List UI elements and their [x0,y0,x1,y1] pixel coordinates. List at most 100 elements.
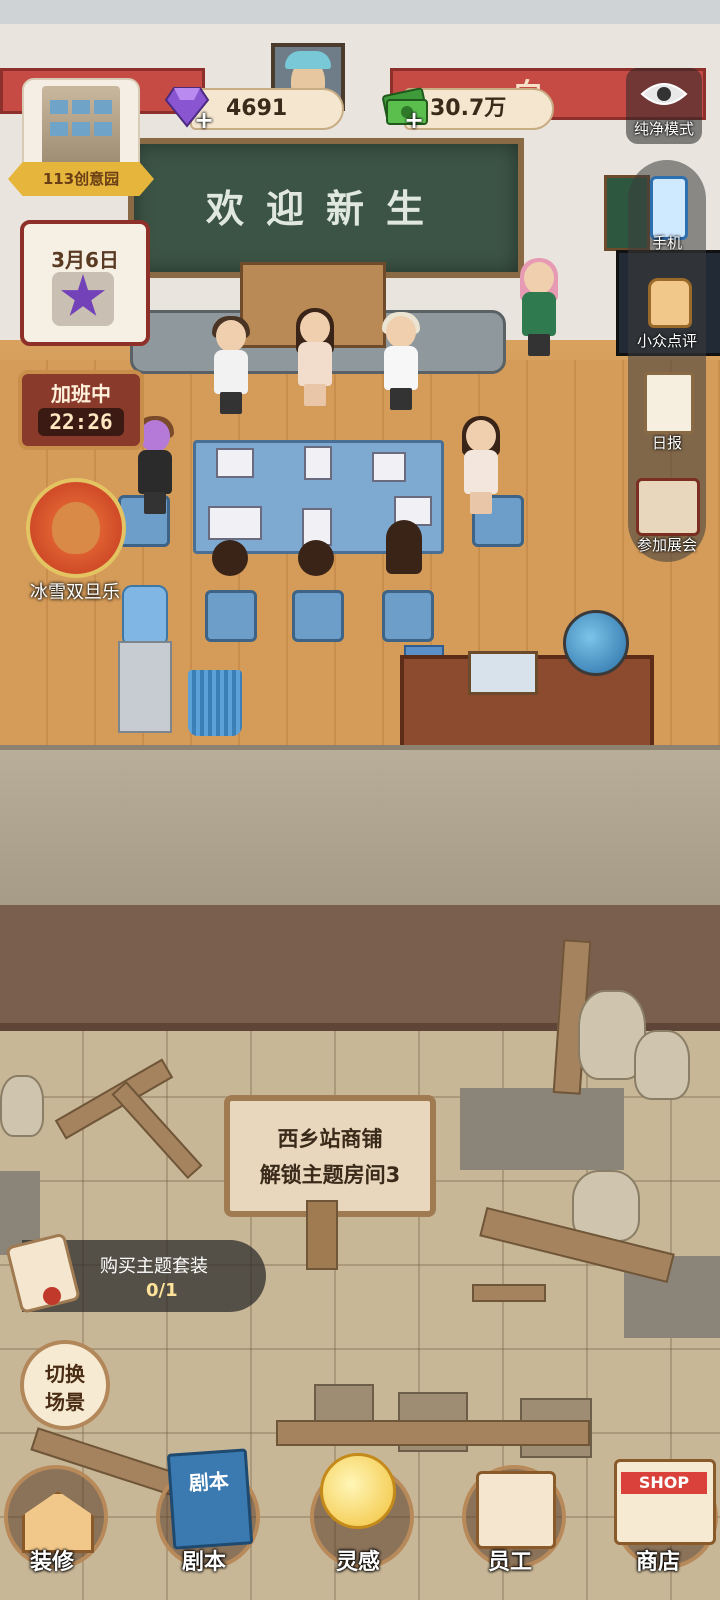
character-curly-hair-woman[interactable] [458,416,504,514]
script-book-icon: 剧本 [166,1448,254,1550]
cash-value: 30.7万 [430,96,507,121]
character-legs [144,492,166,514]
student-back-head [386,520,422,574]
chalkboard-title: 欢迎新生 [205,186,446,231]
character-head [140,420,170,452]
exhibition-label: 参加展会 [636,536,697,554]
desk-book [216,448,254,478]
sack [0,1075,44,1137]
floor-board [276,1420,590,1446]
globe[interactable] [563,610,629,676]
sign-post [306,1200,338,1270]
overtime-timer[interactable]: 加班中 22:26 [18,370,144,450]
water-dispenser[interactable] [118,585,172,733]
switch-scene-line2: 场景 [45,1390,85,1414]
character-body [522,292,556,336]
building-window [72,122,90,136]
trash-bin[interactable] [188,670,242,736]
chalkboard: 欢迎新生 [128,138,524,278]
building-window [72,100,90,114]
character-head [466,420,496,452]
building-window [50,122,68,136]
character-head [216,320,246,352]
character-legs [390,388,412,410]
clipboard-icon [644,372,694,434]
character-body [138,450,172,494]
character-head [300,312,330,344]
add-gems-icon[interactable]: + [194,106,214,134]
thumbs-up-icon [648,278,692,328]
character-head [386,316,416,348]
christmas-event-button[interactable] [26,478,126,578]
character-body [298,342,332,386]
character-dark-hair-woman[interactable] [292,308,338,406]
desk-book [372,452,406,482]
eye-icon [640,83,688,105]
purple-star-icon [60,274,106,316]
add-cash-icon[interactable]: + [404,106,424,134]
quest-title: 购买主题套装 [100,1256,208,1277]
chair [205,590,257,642]
building-window [50,100,68,114]
chair [382,590,434,642]
dispenser-body [118,641,172,733]
character-legs [304,384,326,406]
student-back-head [298,540,334,576]
building-name: 113创意园 [42,170,120,188]
shop-icon: SHOP [614,1459,716,1545]
plank-piece [472,1284,546,1302]
character-cat-ear-girl[interactable] [378,312,424,410]
overtime-label: 加班中 [51,382,111,406]
sign-line-2: 解锁主题房间3 [259,1163,401,1187]
character-body [214,350,248,394]
pure-mode-label: 纯净模式 [633,120,694,138]
daily-report-label: 日报 [651,434,682,452]
phone-label: 手机 [651,234,682,252]
calendar-card[interactable]: 3月6日 [20,220,150,346]
calendar-date: 3月6日 [51,248,119,272]
character-legs [220,392,242,414]
building-window [94,100,112,114]
daily-report-button[interactable]: 日报 [636,372,698,460]
nav-decorate-label: 装修 [29,1550,74,1575]
event-label: 冰雪双旦乐 [30,582,120,603]
sign-line-1: 西乡站商铺 [277,1127,383,1151]
building-name-ribbon[interactable]: 113创意园 [8,162,154,196]
floor-divider [0,745,720,910]
nav-inspiration-label: 灵感 [335,1550,380,1575]
building-window [94,122,112,136]
chair [292,590,344,642]
character-body [464,450,498,494]
character-legs [470,492,492,514]
floor-tile [460,1088,542,1170]
world-map [468,651,538,695]
phone-icon [650,176,688,240]
student-back-head [212,540,248,576]
switch-scene-line1: 切换 [45,1362,85,1386]
rank-badge [52,272,114,326]
portrait-hair [285,51,331,69]
character-sunglasses-man[interactable] [208,316,254,414]
script-book-title: 剧本 [188,1468,230,1496]
overtime-countdown: 22:26 [38,408,124,436]
sack [634,1030,690,1100]
floor-tile [542,1088,624,1170]
quest-progress: 0/1 [146,1280,178,1301]
review-label: 小众点评 [636,332,697,350]
character-pink-hair-teacher[interactable] [516,258,562,356]
phone-button[interactable]: 手机 [636,176,698,260]
nav-script-label: 剧本 [181,1550,226,1575]
locked-room-sign[interactable]: 西乡站商铺 解锁主题房间3 [224,1095,436,1217]
building-icon [42,86,120,170]
lightbulb-icon [320,1453,396,1529]
nav-staff-label: 员工 [487,1550,532,1575]
review-button[interactable]: 小众点评 [626,274,708,360]
character-body [384,346,418,390]
desk-book [304,446,332,480]
pure-mode-button[interactable]: 纯净模式 [626,68,702,144]
employee-card-icon [476,1471,556,1549]
character-head [524,262,554,294]
switch-scene-button[interactable]: 切换 场景 [20,1340,110,1430]
desk-notebook [208,506,262,540]
exhibition-button[interactable]: 参加展会 [626,478,708,564]
